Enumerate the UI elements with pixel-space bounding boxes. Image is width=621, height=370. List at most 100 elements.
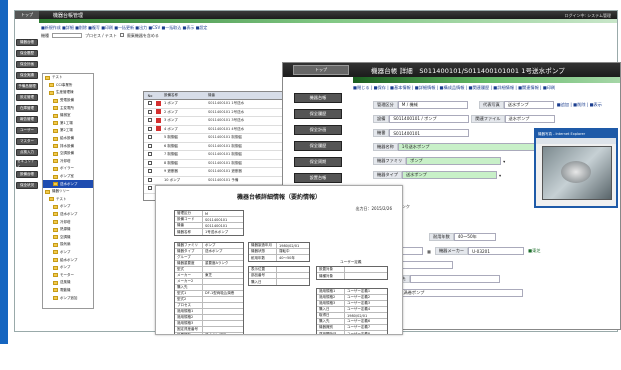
row-checkbox[interactable] bbox=[148, 152, 152, 157]
photo-links[interactable]: ■追加 | ■削除 | ■表示 bbox=[557, 102, 602, 108]
tree-node[interactable]: ポンプ bbox=[43, 264, 93, 272]
tree-node[interactable]: ポンプ室 bbox=[43, 173, 93, 181]
sidebar-item[interactable]: 保全履歴 bbox=[16, 50, 38, 57]
tree-node[interactable]: 送水ポンプ bbox=[43, 211, 93, 219]
tree-node[interactable]: ポンプ bbox=[43, 249, 93, 257]
tree-node[interactable]: 送水ポンプ bbox=[43, 180, 93, 188]
search-label: 機種 bbox=[41, 33, 49, 38]
cell-code: S011400101 遮断器 bbox=[208, 169, 242, 174]
tree-node[interactable]: 排水設備 bbox=[43, 142, 93, 150]
row-checkbox[interactable] bbox=[148, 126, 152, 131]
sidebar-item[interactable]: マスター bbox=[16, 138, 38, 145]
sidebar-item[interactable]: セキュリティ bbox=[16, 159, 38, 168]
tree-node[interactable]: テスト bbox=[43, 196, 93, 204]
row-checkbox[interactable] bbox=[148, 169, 152, 174]
table-row[interactable]: 2 ポンプ S011400101 2号送水 bbox=[144, 109, 292, 117]
tree-node[interactable]: 冷却塔 bbox=[43, 158, 93, 166]
tree-node[interactable]: 生産管理棟 bbox=[43, 89, 93, 97]
grid-header-code[interactable]: 機番 bbox=[208, 93, 268, 98]
table-row[interactable]: 7 制御盤 S011400101 制御盤 bbox=[144, 151, 292, 160]
basic-table: 機器ファミリ ポンプ 機器タイプ 送水ポンプ グループ 機器重要度 重要度Aランク 型式 メーカ… bbox=[174, 242, 244, 334]
folder-icon bbox=[53, 296, 58, 301]
tree-node[interactable]: 主変電所 bbox=[43, 104, 93, 112]
sidebar-item[interactable]: 設定管理 bbox=[16, 94, 38, 101]
tree-node[interactable]: 冷却塔 bbox=[43, 218, 93, 226]
row-checkbox[interactable] bbox=[148, 109, 152, 114]
cell-code: S011400101 1号送水 bbox=[208, 101, 245, 106]
detail-tab-links[interactable]: ■閉じる | ■保存 | ■基本情報 | ■詳細情報 | ■構成品情報 | ■関… bbox=[353, 85, 555, 91]
table-row[interactable]: 6 制御盤 S011400101 制御盤 bbox=[144, 143, 292, 151]
detail-title: 機器台帳 詳細 S011400101/S011400101001 1号送水ポンプ bbox=[371, 67, 565, 75]
row-checkbox[interactable] bbox=[148, 186, 152, 191]
tree-node[interactable]: 空調機 bbox=[43, 233, 93, 241]
chevron-down-icon[interactable]: ▾ bbox=[503, 159, 505, 164]
table-row[interactable]: 10 ポンプ S011400101 予備 bbox=[144, 177, 292, 185]
folder-icon bbox=[53, 250, 58, 255]
tree-node[interactable]: 給水ポンプ bbox=[43, 256, 93, 264]
search-input[interactable] bbox=[52, 33, 82, 38]
sidebar-item[interactable]: 機器台帳 bbox=[16, 39, 38, 46]
tree-node[interactable]: 熱源機 bbox=[43, 226, 93, 234]
folder-icon bbox=[53, 258, 58, 263]
maker-link[interactable]: ■東芝 bbox=[528, 248, 540, 254]
sidebar-item[interactable]: 報告管理 bbox=[16, 116, 38, 123]
tree-node[interactable]: CCI事業所 bbox=[43, 82, 93, 90]
row-checkbox[interactable] bbox=[148, 143, 152, 148]
row-checkbox[interactable] bbox=[148, 118, 152, 123]
tree-node[interactable]: 給水設備 bbox=[43, 135, 93, 143]
table-row[interactable]: 5 制御盤 S011400101 制御盤 bbox=[144, 134, 292, 143]
table-row[interactable]: 3 ポンプ S011400101 3号送水 bbox=[144, 117, 292, 126]
table-row[interactable]: 4 ポンプ S011400101 4号送水 bbox=[144, 126, 292, 134]
tree-node[interactable]: 第1工場 bbox=[43, 120, 93, 128]
popup-title[interactable]: 機器写真 - Internet Explorer bbox=[536, 130, 616, 138]
detail-sidebar-item[interactable]: 保全履歴 bbox=[294, 141, 342, 151]
sidebar-item[interactable]: 保全実績 bbox=[16, 72, 38, 79]
sidebar-item[interactable]: ユーザー bbox=[16, 127, 38, 134]
equipment-tree: テスト CCI事業所 生産管理棟 受電設備 主変電所 機械室 第1工場 第2工場 給水設備 排水設… bbox=[42, 73, 94, 309]
tree-node[interactable]: 機器ツリー bbox=[43, 188, 93, 196]
grid-header-name[interactable]: 設備名称 bbox=[164, 93, 208, 98]
detail-sidebar-item[interactable]: 保全周期 bbox=[294, 157, 342, 167]
field-setsubi: 設備 S011400101 / ポンプ 関連ファイル 送水ポンプ bbox=[373, 115, 555, 123]
tree-node[interactable]: 第2工場 bbox=[43, 127, 93, 135]
tree-node[interactable]: 換気扇 bbox=[43, 241, 93, 249]
action-links[interactable]: ■新規作成 ■詳細 ■削除 ■複写 ■印刷 ■一括更新 ■出力 ■CSV ■一括… bbox=[41, 25, 207, 31]
row-checkbox[interactable] bbox=[148, 177, 152, 182]
sidebar-item[interactable]: 予備品管理 bbox=[16, 83, 38, 90]
top-button[interactable]: トップ bbox=[15, 11, 39, 19]
tree-node[interactable]: ポンプ bbox=[43, 203, 93, 211]
tree-node[interactable]: 送風機 bbox=[43, 279, 93, 287]
calendar-icon[interactable]: ▦ bbox=[427, 249, 431, 254]
sidebar-item[interactable]: 保全計画 bbox=[16, 61, 38, 68]
tree-node[interactable]: 空調設備 bbox=[43, 150, 93, 158]
row-checkbox[interactable] bbox=[148, 160, 152, 165]
top-button[interactable]: トップ bbox=[293, 65, 349, 75]
tree-node[interactable]: 受電設備 bbox=[43, 97, 93, 105]
include-disposed-label: 廃棄機器を含める bbox=[126, 33, 159, 38]
tree-node[interactable]: 電動機 bbox=[43, 287, 93, 295]
include-disposed-checkbox[interactable] bbox=[119, 33, 124, 37]
tree-node-label: 換気扇 bbox=[60, 242, 71, 247]
sidebar-item[interactable]: 在庫管理 bbox=[16, 105, 38, 112]
chevron-down-icon[interactable]: ▾ bbox=[499, 173, 501, 178]
detail-sidebar-item[interactable]: 設置台帳 bbox=[294, 173, 342, 183]
detail-sidebar-item[interactable]: 機器台帳 bbox=[294, 93, 342, 103]
tree-node[interactable]: 機械室 bbox=[43, 112, 93, 120]
sidebar-item[interactable]: 保全状況 bbox=[16, 182, 38, 189]
tree-node[interactable]: テスト bbox=[43, 74, 93, 82]
sidebar-item[interactable]: 点検入力 bbox=[16, 149, 38, 156]
detail-sidebar-item[interactable]: 保全履歴 bbox=[294, 109, 342, 119]
detail-sidebar-item[interactable]: 保全計画 bbox=[294, 125, 342, 135]
sidebar-item[interactable]: 設備台帳 bbox=[16, 171, 38, 178]
tree-node[interactable]: ボイラー bbox=[43, 165, 93, 173]
row-checkbox[interactable] bbox=[148, 101, 152, 106]
tree-node[interactable]: ポンプ追加 bbox=[43, 294, 93, 302]
row-checkbox[interactable] bbox=[148, 135, 152, 140]
cell-code: S011400101 制御盤 bbox=[208, 135, 242, 140]
tree-node[interactable]: モーター bbox=[43, 271, 93, 279]
folder-icon bbox=[53, 280, 58, 285]
table-row[interactable]: 9 遮断器 S011400101 遮断器 bbox=[144, 168, 292, 177]
table-row[interactable]: 8 制御盤 S011400101 制御盤 bbox=[144, 160, 292, 168]
tree-node-label: テスト bbox=[52, 75, 63, 80]
table-row[interactable]: 1 ポンプ S011400101 1号送水 bbox=[144, 100, 292, 109]
